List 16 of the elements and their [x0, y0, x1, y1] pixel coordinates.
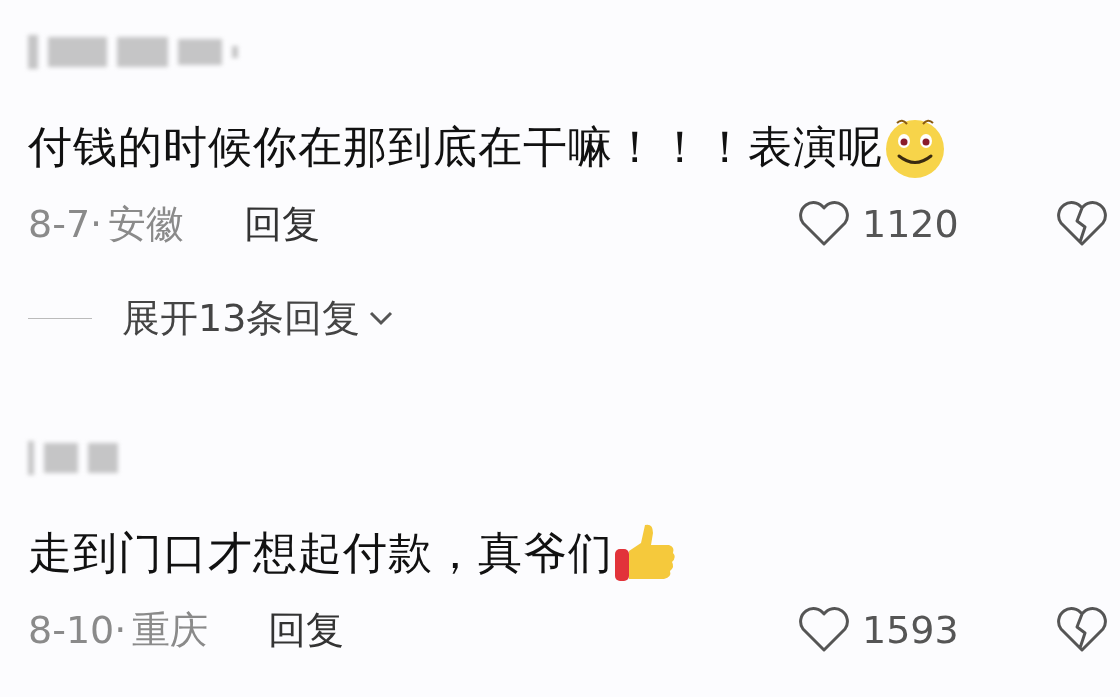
reply-link[interactable]: 回复: [244, 198, 321, 250]
expand-replies-button[interactable]: 展开13条回复: [122, 292, 395, 344]
comment-date: 8-7·: [28, 202, 103, 246]
comment-text: 走到门口才想起付款，真爷们: [28, 525, 613, 580]
chevron-down-icon: [368, 310, 395, 326]
comment-text: 付钱的时候你在那到底在干嘛！！！表演呢: [28, 119, 883, 174]
comment-date: 8-10·: [28, 608, 127, 652]
broken-heart-icon[interactable]: [1056, 607, 1108, 653]
reply-link[interactable]: 回复: [268, 604, 345, 656]
broken-heart-icon[interactable]: [1056, 201, 1108, 247]
like-count: 1120: [862, 202, 960, 246]
comment-location: 重庆: [132, 606, 209, 654]
like-count: 1593: [862, 608, 960, 652]
comment-location: 安徽: [108, 200, 185, 248]
heart-icon[interactable]: [798, 607, 850, 653]
heart-icon[interactable]: [798, 201, 850, 247]
